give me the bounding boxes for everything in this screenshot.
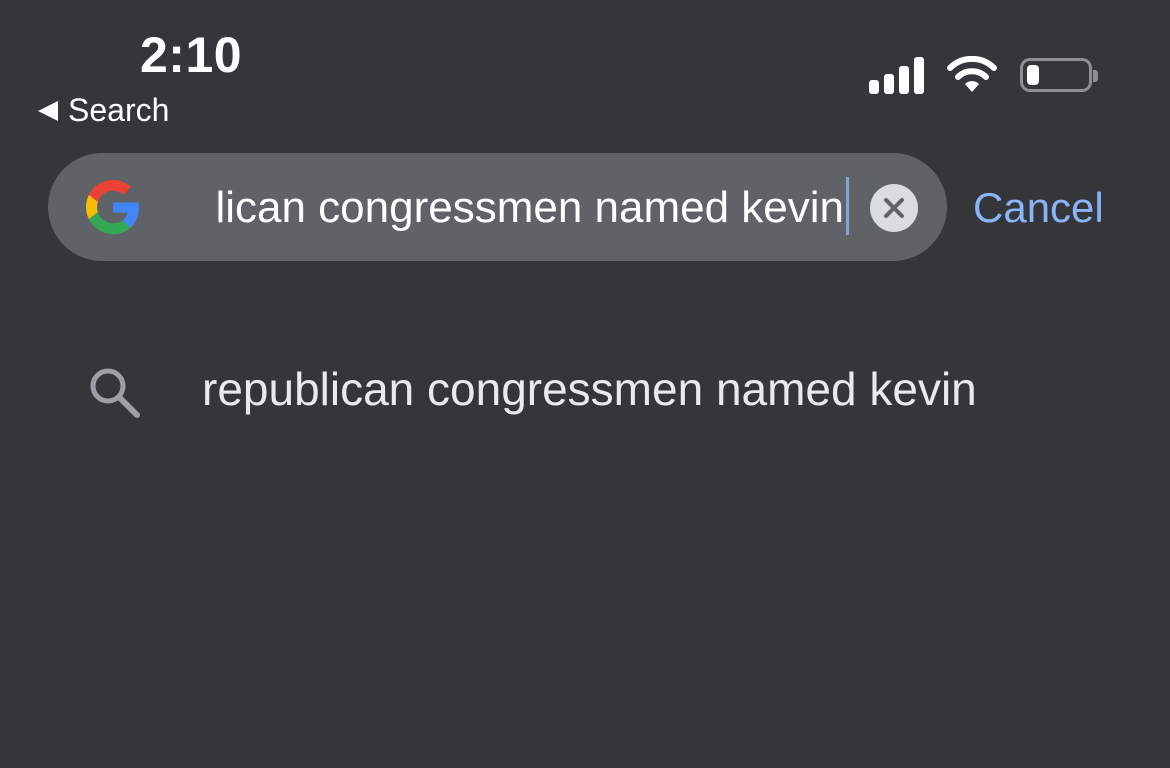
battery-icon — [1020, 58, 1098, 92]
status-time: 2:10 — [140, 27, 243, 83]
cellular-signal-icon — [869, 56, 924, 94]
status-icons — [869, 56, 1098, 94]
wifi-icon — [947, 56, 997, 92]
battery-cap — [1093, 70, 1098, 82]
back-link-label: Search — [68, 92, 170, 128]
clear-x-icon — [884, 198, 904, 218]
suggestion-text: republican congressmen named kevin — [202, 363, 977, 415]
back-arrow-icon — [38, 100, 58, 121]
search-input[interactable]: lican congressmen named kevin — [215, 172, 850, 244]
suggestion-row[interactable]: republican congressmen named kevin — [0, 340, 1170, 450]
search-icon — [90, 368, 140, 418]
battery-level-fill — [1027, 65, 1039, 85]
cancel-button[interactable]: Cancel — [973, 184, 1104, 232]
text-caret — [846, 177, 849, 235]
google-g-icon — [86, 180, 139, 234]
screen: 2:10 Search lican congressmen named kevi… — [0, 0, 1170, 768]
search-input-wrap[interactable]: lican congressmen named kevin — [200, 172, 850, 244]
back-to-search-link[interactable]: Search — [38, 92, 169, 129]
clear-search-button[interactable] — [870, 184, 918, 232]
